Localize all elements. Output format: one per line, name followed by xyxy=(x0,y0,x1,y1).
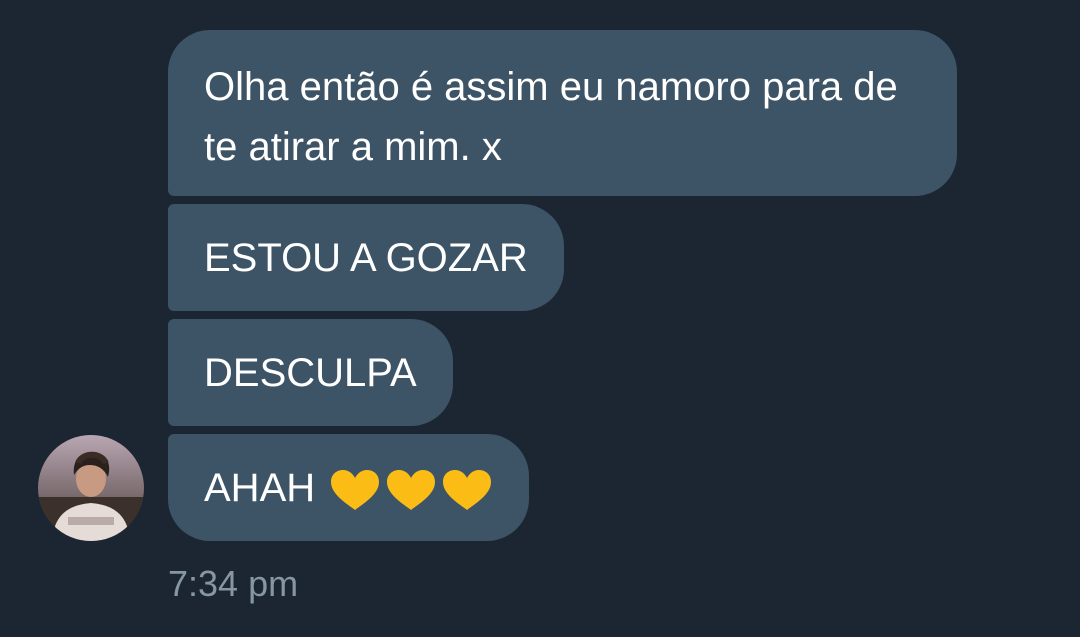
message-bubble[interactable]: ESTOU A GOZAR xyxy=(168,204,564,311)
emoji-group xyxy=(329,468,493,512)
yellow-heart-icon xyxy=(331,470,380,510)
message-text: AHAH xyxy=(204,466,316,510)
avatar[interactable] xyxy=(38,435,144,541)
message-bubble[interactable]: AHAH xyxy=(168,434,530,541)
message-bubble[interactable]: Olha então é assim eu namoro para de te … xyxy=(168,30,957,196)
message-text: DESCULPA xyxy=(204,351,417,395)
message-text: Olha então é assim eu namoro para de te … xyxy=(204,65,898,169)
profile-photo-icon xyxy=(38,435,144,541)
message-bubble[interactable]: DESCULPA xyxy=(168,319,453,426)
yellow-heart-icon xyxy=(387,470,436,510)
yellow-heart-icon xyxy=(443,470,492,510)
message-text: ESTOU A GOZAR xyxy=(204,236,528,280)
chat-thread: Olha então é assim eu namoro para de te … xyxy=(0,0,1080,637)
message-timestamp: 7:34 pm xyxy=(168,563,299,604)
